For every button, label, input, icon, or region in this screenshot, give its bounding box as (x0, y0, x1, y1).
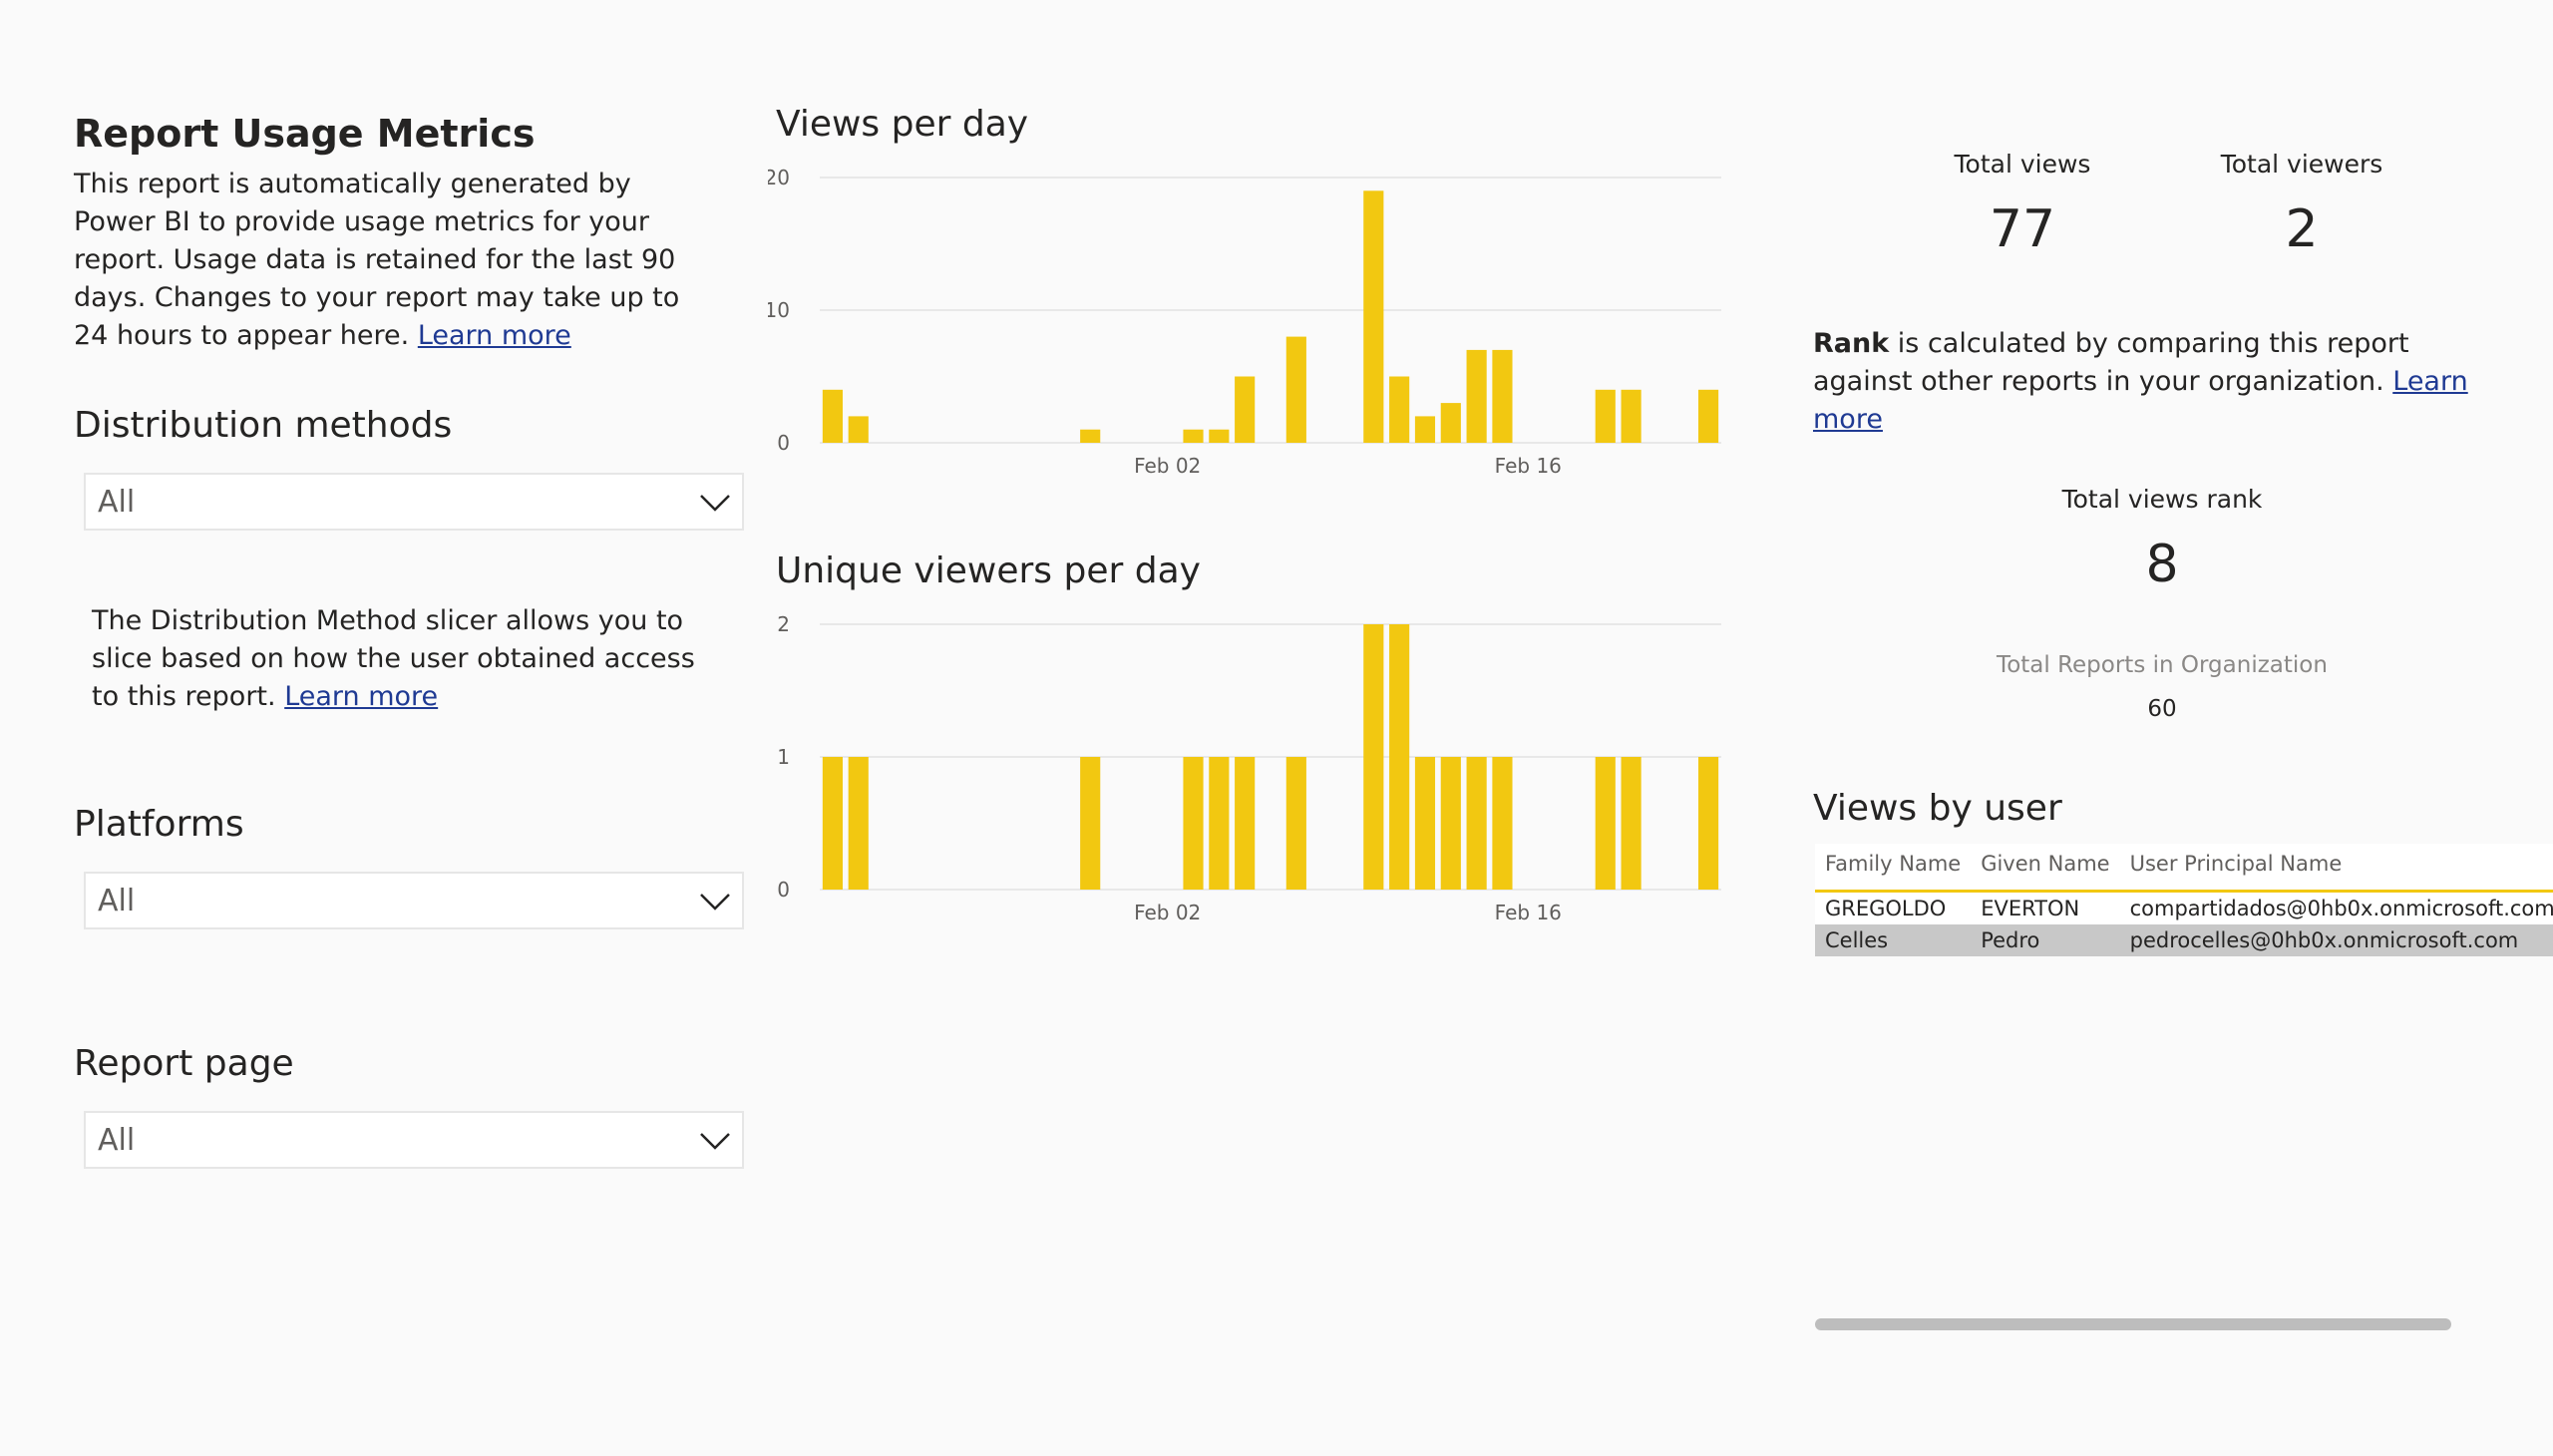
total-views-rank-value: 8 (2145, 535, 2179, 594)
rank-word: Rank (1813, 328, 1890, 359)
page-title: Report Usage Metrics (74, 112, 536, 156)
bar[interactable] (1595, 757, 1616, 890)
total-views-label: Total views (1954, 150, 2091, 179)
bar[interactable] (1466, 757, 1487, 890)
table-row[interactable]: GREGOLDO EVERTON compartidados@0hb0x.onm… (1815, 891, 2553, 924)
column-header-user-principal-name[interactable]: User Principal Name (2119, 844, 2553, 892)
bar[interactable] (1209, 757, 1230, 890)
dropdown-value: All (98, 1123, 136, 1158)
report-description: This report is automatically generated b… (74, 166, 712, 355)
bar[interactable] (1389, 376, 1410, 444)
unique-viewers-per-day-title: Unique viewers per day (776, 550, 1201, 591)
bar[interactable] (1698, 757, 1719, 890)
bar[interactable] (1363, 624, 1384, 890)
cell-given-name: Pedro (1971, 924, 2120, 956)
bar[interactable] (1466, 349, 1487, 443)
bar[interactable] (1285, 757, 1306, 890)
y-tick-label: 2 (777, 612, 790, 636)
y-tick-label: 20 (768, 166, 790, 189)
y-tick-label: 0 (777, 431, 790, 455)
bar[interactable] (1492, 757, 1513, 890)
bar[interactable] (1080, 757, 1101, 890)
report-page-title: Report page (74, 1043, 294, 1084)
bar[interactable] (848, 757, 869, 890)
platforms-dropdown[interactable]: All (84, 872, 744, 929)
total-viewers-value: 2 (2285, 199, 2319, 259)
y-tick-label: 0 (777, 878, 790, 902)
cell-user-principal-name: compartidados@0hb0x.onmicrosoft.com (2119, 891, 2553, 924)
bar[interactable] (1440, 757, 1461, 890)
table-header-row: Family Name Given Name User Principal Na… (1815, 844, 2553, 892)
table-row[interactable]: Celles Pedro pedrocelles@0hb0x.onmicroso… (1815, 924, 2553, 956)
bar[interactable] (1440, 403, 1461, 443)
bar[interactable] (1183, 757, 1204, 890)
learn-more-link[interactable]: Learn more (284, 681, 438, 712)
bar[interactable] (822, 389, 843, 443)
total-views-rank-label: Total views rank (2061, 485, 2263, 514)
distribution-note: The Distribution Method slicer allows yo… (92, 602, 730, 716)
bar[interactable] (1492, 349, 1513, 443)
x-tick-label: Feb 02 (1134, 901, 1201, 924)
bar[interactable] (1414, 757, 1436, 890)
views-by-user-table: Family Name Given Name User Principal Na… (1815, 844, 2553, 956)
dropdown-value: All (98, 884, 136, 918)
total-viewers-label: Total viewers (2220, 150, 2383, 179)
views-per-day-title: Views per day (776, 104, 1029, 145)
total-reports-value: 60 (2147, 696, 2177, 722)
platforms-title: Platforms (74, 804, 244, 845)
y-tick-label: 1 (777, 745, 790, 769)
learn-more-link[interactable]: Learn more (418, 320, 571, 351)
cell-family-name: GREGOLDO (1815, 891, 1972, 924)
bar[interactable] (1209, 429, 1230, 443)
distribution-methods-title: Distribution methods (74, 405, 453, 446)
x-tick-label: Feb 16 (1495, 901, 1562, 924)
column-header-given-name[interactable]: Given Name (1971, 844, 2120, 892)
x-tick-label: Feb 02 (1134, 454, 1201, 478)
cell-family-name: Celles (1815, 924, 1972, 956)
views-by-user-title: Views by user (1813, 788, 2062, 829)
bar[interactable] (1621, 757, 1641, 890)
bar[interactable] (1285, 336, 1306, 443)
chevron-down-icon (700, 894, 730, 910)
bar[interactable] (1363, 190, 1384, 443)
bar[interactable] (1235, 757, 1256, 890)
bar[interactable] (1183, 429, 1204, 443)
cell-given-name: EVERTON (1971, 891, 2120, 924)
y-tick-label: 10 (768, 298, 790, 322)
total-views-value: 77 (1989, 199, 2056, 259)
bar[interactable] (1621, 389, 1641, 443)
rank-description: Rank is calculated by comparing this rep… (1813, 325, 2471, 439)
bar[interactable] (822, 757, 843, 890)
bar[interactable] (1235, 376, 1256, 444)
dropdown-value: All (98, 485, 136, 520)
x-tick-label: Feb 16 (1495, 454, 1562, 478)
report-page-dropdown[interactable]: All (84, 1111, 744, 1169)
report-description-text: This report is automatically generated b… (74, 169, 680, 351)
rank-description-text: is calculated by comparing this report a… (1813, 328, 2409, 397)
horizontal-scrollbar[interactable] (1815, 1318, 2451, 1330)
chevron-down-icon (700, 1133, 730, 1150)
bar[interactable] (1595, 389, 1616, 443)
bar[interactable] (1414, 416, 1436, 443)
distribution-methods-dropdown[interactable]: All (84, 473, 744, 531)
cell-user-principal-name: pedrocelles@0hb0x.onmicrosoft.com (2119, 924, 2553, 956)
total-reports-label: Total Reports in Organization (1997, 652, 2328, 678)
unique-viewers-per-day-chart: 0 1 2 Feb 02 Feb 16 (777, 612, 1721, 924)
column-header-family-name[interactable]: Family Name (1815, 844, 1972, 892)
bar[interactable] (848, 416, 869, 443)
bar[interactable] (1389, 624, 1410, 890)
bar[interactable] (1698, 389, 1719, 443)
views-per-day-chart: 0 10 20 Feb 02 Feb 16 (768, 166, 1721, 478)
chevron-down-icon (700, 495, 730, 512)
bar[interactable] (1080, 429, 1101, 443)
